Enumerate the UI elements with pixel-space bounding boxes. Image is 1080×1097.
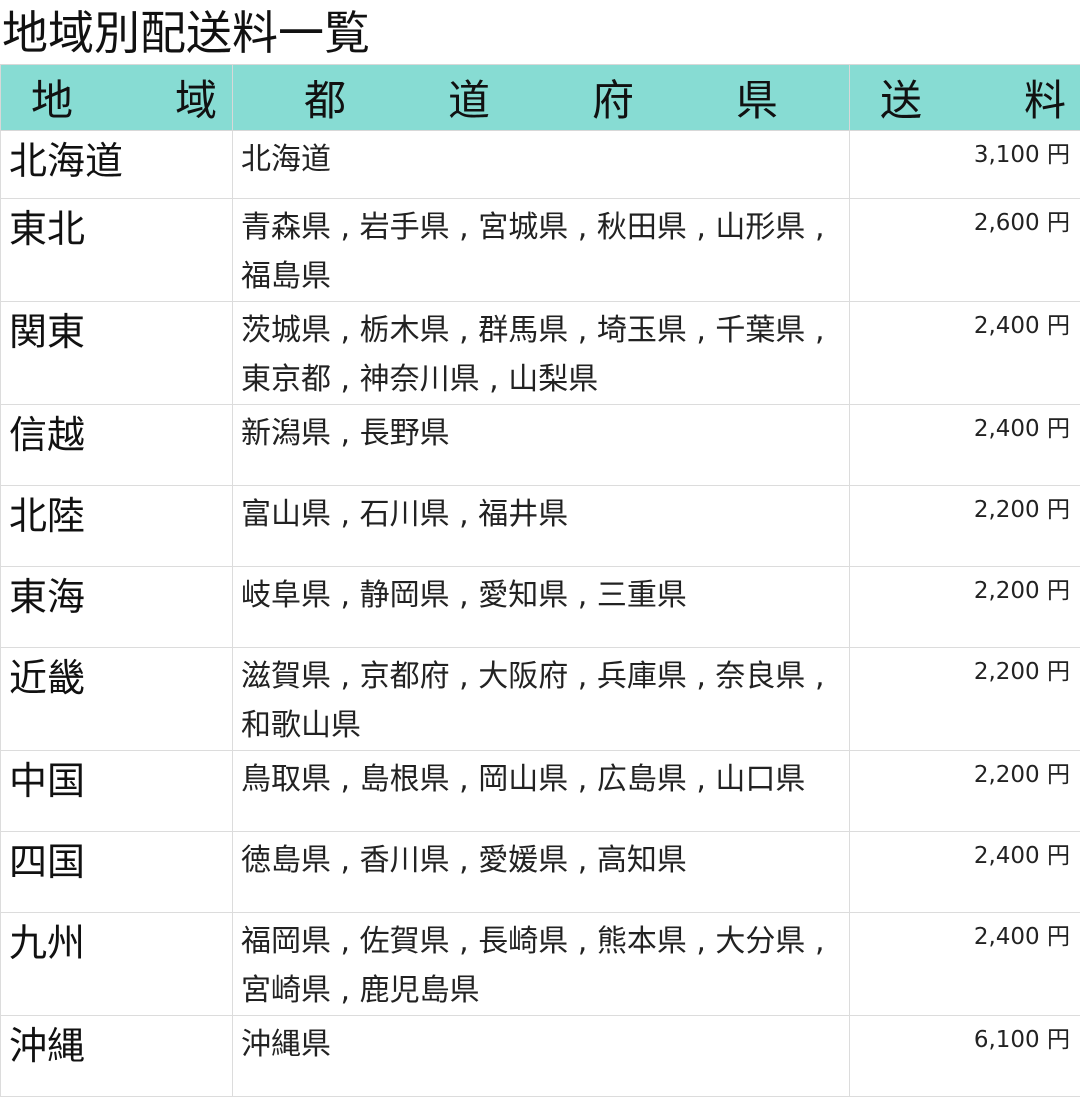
header-prefectures: 都 道 府 県 <box>233 65 850 131</box>
fee-cell: 2,400 円 <box>850 832 1080 913</box>
table-row: 北海道 北海道 3,100 円 <box>1 131 1080 199</box>
fee-cell: 2,400 円 <box>850 913 1080 1016</box>
table-row: 四国 徳島県 , 香川県 , 愛媛県 , 高知県 2,400 円 <box>1 832 1080 913</box>
region-cell: 北陸 <box>1 486 233 567</box>
prefectures-cell: 鳥取県 , 島根県 , 岡山県 , 広島県 , 山口県 <box>233 751 850 832</box>
region-cell: 中国 <box>1 751 233 832</box>
region-cell: 九州 <box>1 913 233 1016</box>
prefectures-cell: 徳島県 , 香川県 , 愛媛県 , 高知県 <box>233 832 850 913</box>
prefectures-cell: 岐阜県 , 静岡県 , 愛知県 , 三重県 <box>233 567 850 648</box>
prefectures-cell: 福岡県 , 佐賀県 , 長崎県 , 熊本県 , 大分県 , 宮崎県 , 鹿児島県 <box>233 913 850 1016</box>
region-cell: 近畿 <box>1 648 233 751</box>
fee-cell: 2,200 円 <box>850 486 1080 567</box>
prefectures-cell: 茨城県 , 栃木県 , 群馬県 , 埼玉県 , 千葉県 , 東京都 , 神奈川県… <box>233 302 850 405</box>
table-row: 北陸 富山県 , 石川県 , 福井県 2,200 円 <box>1 486 1080 567</box>
region-cell: 四国 <box>1 832 233 913</box>
region-cell: 北海道 <box>1 131 233 199</box>
fee-cell: 2,400 円 <box>850 302 1080 405</box>
page-title: 地域別配送料一覧 <box>2 2 370 64</box>
prefectures-cell: 滋賀県 , 京都府 , 大阪府 , 兵庫県 , 奈良県 , 和歌山県 <box>233 648 850 751</box>
table-row: 中国 鳥取県 , 島根県 , 岡山県 , 広島県 , 山口県 2,200 円 <box>1 751 1080 832</box>
region-cell: 信越 <box>1 405 233 486</box>
fee-cell: 2,400 円 <box>850 405 1080 486</box>
table-row: 東海 岐阜県 , 静岡県 , 愛知県 , 三重県 2,200 円 <box>1 567 1080 648</box>
fee-cell: 2,600 円 <box>850 199 1080 302</box>
table-row: 近畿 滋賀県 , 京都府 , 大阪府 , 兵庫県 , 奈良県 , 和歌山県 2,… <box>1 648 1080 751</box>
region-cell: 関東 <box>1 302 233 405</box>
table-row: 関東 茨城県 , 栃木県 , 群馬県 , 埼玉県 , 千葉県 , 東京都 , 神… <box>1 302 1080 405</box>
region-cell: 東北 <box>1 199 233 302</box>
fee-cell: 6,100 円 <box>850 1016 1080 1097</box>
fee-cell: 2,200 円 <box>850 751 1080 832</box>
table-row: 九州 福岡県 , 佐賀県 , 長崎県 , 熊本県 , 大分県 , 宮崎県 , 鹿… <box>1 913 1080 1016</box>
prefectures-cell: 沖縄県 <box>233 1016 850 1097</box>
table-row: 信越 新潟県 , 長野県 2,400 円 <box>1 405 1080 486</box>
table-row: 沖縄 沖縄県 6,100 円 <box>1 1016 1080 1097</box>
region-cell: 東海 <box>1 567 233 648</box>
prefectures-cell: 北海道 <box>233 131 850 199</box>
prefectures-cell: 青森県 , 岩手県 , 宮城県 , 秋田県 , 山形県 , 福島県 <box>233 199 850 302</box>
header-region: 地 域 <box>1 65 233 131</box>
table-row: 東北 青森県 , 岩手県 , 宮城県 , 秋田県 , 山形県 , 福島県 2,6… <box>1 199 1080 302</box>
fee-cell: 2,200 円 <box>850 648 1080 751</box>
table-header-row: 地 域 都 道 府 県 送 料 <box>1 65 1080 131</box>
prefectures-cell: 新潟県 , 長野県 <box>233 405 850 486</box>
fee-cell: 2,200 円 <box>850 567 1080 648</box>
region-cell: 沖縄 <box>1 1016 233 1097</box>
shipping-fee-table: 地 域 都 道 府 県 送 料 北海道 北海道 3,100 円 東北 青森県 ,… <box>0 64 1080 1097</box>
fee-cell: 3,100 円 <box>850 131 1080 199</box>
header-fee: 送 料 <box>850 65 1080 131</box>
prefectures-cell: 富山県 , 石川県 , 福井県 <box>233 486 850 567</box>
